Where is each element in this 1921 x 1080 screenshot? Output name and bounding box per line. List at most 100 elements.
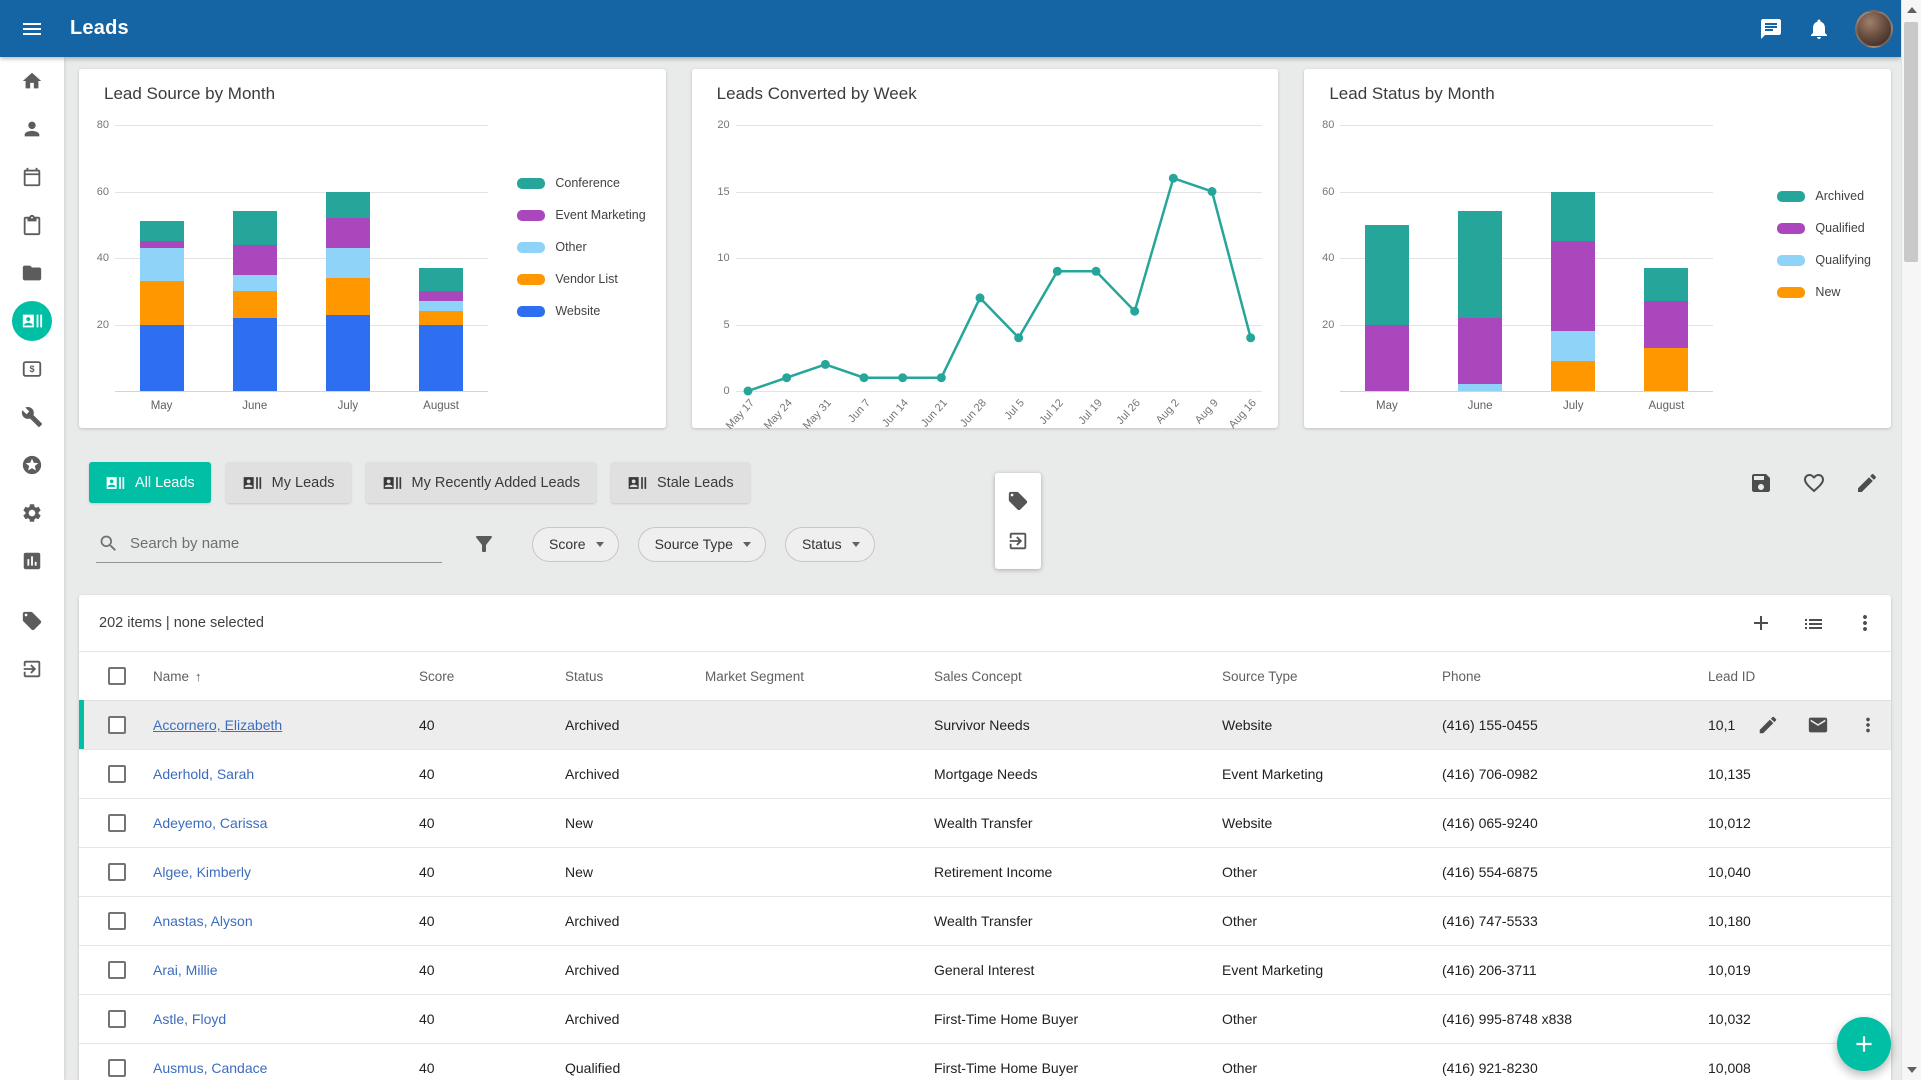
tag-tool-button[interactable] — [998, 481, 1038, 521]
sidebar-item-tasks[interactable] — [0, 201, 64, 249]
sidebar-item-rewards[interactable] — [0, 441, 64, 489]
bar-segment-vendor-list[interactable] — [419, 311, 463, 324]
lead-name-link[interactable]: Algee, Kimberly — [153, 864, 251, 880]
table-row[interactable]: Algee, Kimberly40NewRetirement IncomeOth… — [79, 848, 1891, 897]
bar-segment-conference[interactable] — [326, 192, 370, 219]
filter-button[interactable] — [472, 532, 496, 556]
avatar[interactable] — [1855, 10, 1893, 48]
bar-segment-qualified[interactable] — [1458, 318, 1502, 385]
bar-segment-website[interactable] — [233, 318, 277, 391]
bar-segment-other[interactable] — [419, 301, 463, 311]
column-header-lead-id[interactable]: Lead ID — [1696, 669, 1891, 684]
row-checkbox[interactable] — [108, 1010, 126, 1028]
table-row[interactable]: Arai, Millie40ArchivedGeneral InterestEv… — [79, 946, 1891, 995]
bar-segment-qualified[interactable] — [1365, 325, 1409, 392]
sidebar-item-settings[interactable] — [0, 489, 64, 537]
filter-tab-my-recently-added-leads[interactable]: My Recently Added Leads — [366, 462, 596, 503]
sidebar-item-calendar[interactable] — [0, 153, 64, 201]
email-lead-button[interactable] — [1807, 714, 1829, 736]
bar-segment-event-marketing[interactable] — [419, 291, 463, 301]
bar-segment-event-marketing[interactable] — [233, 245, 277, 275]
filter-chip-source-type[interactable]: Source Type — [638, 527, 766, 562]
bar-segment-website[interactable] — [326, 315, 370, 391]
lead-name-link[interactable]: Anastas, Alyson — [153, 913, 253, 929]
table-row[interactable]: Astle, Floyd40ArchivedFirst-Time Home Bu… — [79, 995, 1891, 1044]
row-more-button[interactable] — [1857, 714, 1879, 736]
edit-lead-button[interactable] — [1757, 714, 1779, 736]
bar-segment-other[interactable] — [140, 248, 184, 281]
bar-segment-qualified[interactable] — [1644, 301, 1688, 348]
sidebar-item-home[interactable] — [0, 57, 64, 105]
chat-button[interactable] — [1759, 17, 1783, 41]
filter-tab-my-leads[interactable]: My Leads — [226, 462, 351, 503]
filter-tab-all-leads[interactable]: All Leads — [89, 462, 211, 503]
column-header-status[interactable]: Status — [553, 669, 693, 684]
lead-name-link[interactable]: Adeyemo, Carissa — [153, 815, 267, 831]
row-checkbox[interactable] — [108, 765, 126, 783]
bar-segment-other[interactable] — [326, 248, 370, 278]
lead-name-link[interactable]: Ausmus, Candace — [153, 1060, 267, 1076]
bar-segment-qualifying[interactable] — [1458, 384, 1502, 391]
column-header-score[interactable]: Score — [407, 669, 553, 684]
scroll-up-arrow[interactable] — [1902, 0, 1921, 20]
scroll-down-arrow[interactable] — [1902, 1060, 1921, 1080]
bar-segment-vendor-list[interactable] — [326, 278, 370, 315]
table-row[interactable]: Adeyemo, Carissa40NewWealth TransferWebs… — [79, 799, 1891, 848]
bar-segment-archived[interactable] — [1644, 268, 1688, 301]
bar-segment-vendor-list[interactable] — [140, 281, 184, 324]
column-header-sales-concept[interactable]: Sales Concept — [922, 669, 1210, 684]
menu-button[interactable] — [0, 0, 64, 57]
row-checkbox[interactable] — [108, 912, 126, 930]
more-options-button[interactable] — [1853, 611, 1877, 635]
add-lead-fab[interactable] — [1837, 1017, 1891, 1071]
search-input[interactable] — [130, 535, 440, 552]
sidebar-item-tags[interactable] — [0, 597, 64, 645]
sidebar-item-reports[interactable] — [0, 537, 64, 585]
filter-chip-score[interactable]: Score — [532, 527, 619, 562]
bar-segment-archived[interactable] — [1365, 225, 1409, 325]
table-row[interactable]: Anastas, Alyson40ArchivedWealth Transfer… — [79, 897, 1891, 946]
bar-segment-archived[interactable] — [1458, 211, 1502, 317]
column-header-source-type[interactable]: Source Type — [1210, 669, 1430, 684]
bar-segment-conference[interactable] — [140, 221, 184, 241]
table-row[interactable]: Accornero, Elizabeth40ArchivedSurvivor N… — [79, 701, 1891, 750]
lead-name-link[interactable]: Aderhold, Sarah — [153, 766, 254, 782]
row-checkbox[interactable] — [108, 716, 126, 734]
bar-segment-conference[interactable] — [419, 268, 463, 291]
save-view-button[interactable] — [1749, 471, 1773, 495]
sidebar-item-person[interactable] — [0, 105, 64, 153]
bar-segment-qualifying[interactable] — [1551, 331, 1595, 361]
row-checkbox[interactable] — [108, 814, 126, 832]
bar-segment-new[interactable] — [1644, 348, 1688, 391]
row-checkbox[interactable] — [108, 961, 126, 979]
bar-segment-other[interactable] — [233, 275, 277, 292]
lead-name-link[interactable]: Accornero, Elizabeth — [153, 717, 282, 733]
sidebar-item-exit[interactable] — [0, 645, 64, 693]
bar-segment-vendor-list[interactable] — [233, 291, 277, 318]
bar-segment-event-marketing[interactable] — [326, 218, 370, 248]
add-item-button[interactable] — [1749, 611, 1773, 635]
table-row[interactable]: Ausmus, Candace40QualifiedFirst-Time Hom… — [79, 1044, 1891, 1080]
column-header-phone[interactable]: Phone — [1430, 669, 1696, 684]
sidebar-item-billing[interactable]: $ — [0, 345, 64, 393]
filter-chip-status[interactable]: Status — [785, 527, 875, 562]
column-header-name[interactable]: Name↑ — [141, 669, 407, 684]
bar-segment-website[interactable] — [419, 325, 463, 392]
lead-name-link[interactable]: Arai, Millie — [153, 962, 218, 978]
sidebar-item-contacts[interactable] — [0, 297, 64, 345]
bar-segment-conference[interactable] — [233, 211, 277, 244]
column-header-market-segment[interactable]: Market Segment — [693, 669, 922, 684]
list-view-button[interactable] — [1801, 611, 1825, 635]
favorite-view-button[interactable] — [1802, 471, 1826, 495]
page-scrollbar[interactable] — [1901, 0, 1921, 1080]
scroll-thumb[interactable] — [1904, 22, 1918, 262]
edit-view-button[interactable] — [1855, 471, 1879, 495]
select-all-checkbox[interactable] — [108, 667, 126, 685]
bar-segment-website[interactable] — [140, 325, 184, 392]
row-checkbox[interactable] — [108, 863, 126, 881]
bar-segment-archived[interactable] — [1551, 192, 1595, 242]
bar-segment-qualified[interactable] — [1551, 241, 1595, 331]
row-checkbox[interactable] — [108, 1059, 126, 1077]
sidebar-item-tools[interactable] — [0, 393, 64, 441]
bar-segment-event-marketing[interactable] — [140, 241, 184, 248]
